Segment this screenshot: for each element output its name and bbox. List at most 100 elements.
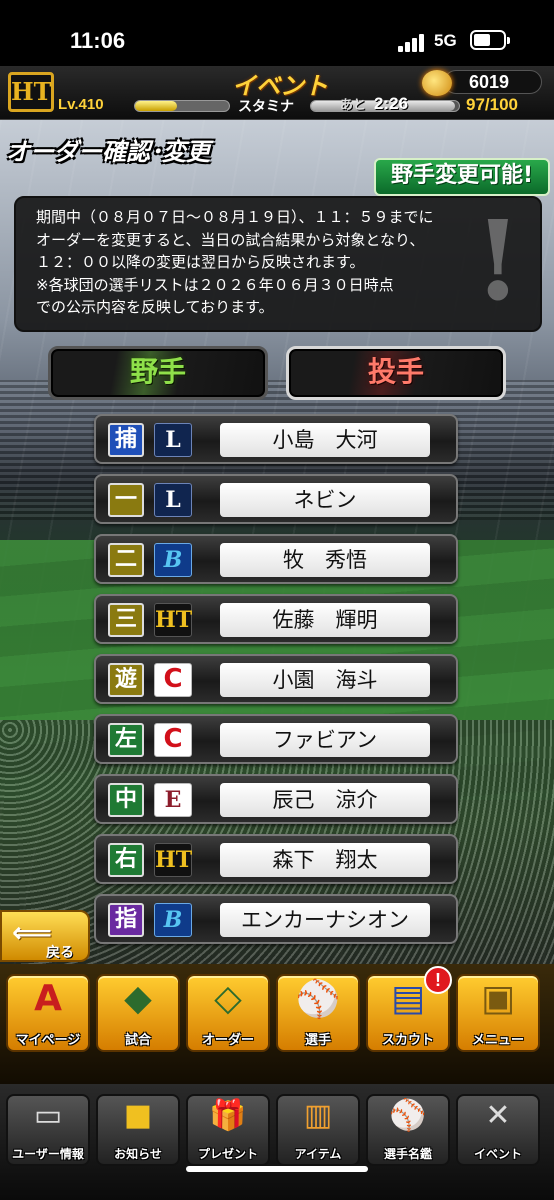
back-button[interactable]: ⟸ 戻る xyxy=(0,910,90,962)
eagles-logo-icon: E xyxy=(154,783,192,817)
nav-event-button[interactable]: ✕ イベント xyxy=(456,1094,540,1166)
nav-scout-button[interactable]: ▤ スカウト ! xyxy=(366,966,452,1052)
nav-order-button[interactable]: ◇ オーダー xyxy=(186,974,270,1052)
nav-label: お知らせ xyxy=(114,1147,162,1161)
notice-line: ※各球団の選手リストは２０２６年０６月３０日時点 xyxy=(36,275,394,294)
player-name: 佐藤 輝明 xyxy=(220,603,430,637)
lions-logo-icon: L xyxy=(154,423,192,457)
nav-label: ユーザー情報 xyxy=(12,1147,84,1161)
nav-label: マイページ xyxy=(15,1033,81,1048)
nav-label: イベント xyxy=(473,1147,522,1161)
exp-bar xyxy=(134,100,230,112)
position-badge: 三 xyxy=(108,603,144,637)
item-icon: ▥ xyxy=(303,1098,333,1133)
nav-label: 選手 xyxy=(304,1033,331,1048)
menu-icon: ▣ xyxy=(480,978,515,1019)
nav-item-button[interactable]: ▥ アイテム xyxy=(276,1094,360,1166)
nav-label: プレゼント xyxy=(197,1147,258,1161)
nav-label: アイテム xyxy=(294,1147,342,1161)
tigers-logo-icon[interactable]: HT xyxy=(8,72,54,112)
position-badge: 指 xyxy=(108,903,144,937)
player-name: エンカーナシオン xyxy=(220,903,430,937)
event-icon: ✕ xyxy=(485,1098,511,1133)
mypage-icon: A xyxy=(34,978,62,1019)
nav-mypage-button[interactable]: A マイページ xyxy=(6,974,90,1052)
tigers-logo-icon: HT xyxy=(154,603,192,637)
notification-badge: ! xyxy=(424,966,452,994)
lineup-row[interactable]: 左 C ファビアン xyxy=(94,714,458,764)
player-name: ファビアン xyxy=(220,723,430,757)
lineup-row[interactable]: 指 B エンカーナシオン xyxy=(94,894,458,944)
notice-line: １２：００以降の変更は翌日から反映されます。 xyxy=(36,253,365,271)
nav-player-button[interactable]: ⚾ 選手 xyxy=(276,974,360,1052)
carp-logo-icon: C xyxy=(154,723,192,757)
position-badge: 遊 xyxy=(108,663,144,697)
stamina-timer: あと 2:26 xyxy=(340,94,409,113)
lineup-row[interactable]: 二 B 牧 秀悟 xyxy=(94,534,458,584)
sub-nav: ▭ ユーザー情報 ■ お知らせ 🎁 プレゼント ▥ アイテム ⚾ 選手名鑑 ✕ … xyxy=(0,1084,554,1200)
player-directory-icon: ⚾ xyxy=(389,1098,427,1133)
position-badge: 二 xyxy=(108,543,144,577)
stadium-icon: ◆ xyxy=(124,978,152,1019)
carp-logo-icon: C xyxy=(154,663,192,697)
player-icon: ⚾ xyxy=(295,979,341,1020)
tab-fielder[interactable]: 野手 xyxy=(48,346,268,400)
notice-line: オーダーを変更すると、当日の試合結果から対象となり、 xyxy=(36,230,425,249)
tab-pitcher[interactable]: 投手 xyxy=(286,346,506,400)
lineup-row[interactable]: 捕 L 小島 大河 xyxy=(94,414,458,464)
coin-counter[interactable]: 6019 xyxy=(444,70,542,94)
network-type: 5G xyxy=(434,31,457,50)
lineup-row[interactable]: 中 E 辰己 涼介 xyxy=(94,774,458,824)
main-nav: A マイページ ◆ 試合 ◇ オーダー ⚾ 選手 ▤ スカウト ! ▣ メニュー xyxy=(0,964,554,1084)
lineup-row[interactable]: 右 HT 森下 翔太 xyxy=(94,834,458,884)
player-name: 牧 秀悟 xyxy=(220,543,430,577)
baystars-logo-icon: B xyxy=(154,903,192,937)
lineup-row[interactable]: 三 HT 佐藤 輝明 xyxy=(94,594,458,644)
lineup-row[interactable]: 一 L ネビン xyxy=(94,474,458,524)
player-name: 小園 海斗 xyxy=(220,663,430,697)
player-name: 辰己 涼介 xyxy=(220,783,430,817)
nav-menu-button[interactable]: ▣ メニュー xyxy=(456,974,540,1052)
notice-line: 期間中（０８月０７日〜０８月１９日）、１１：５９までに xyxy=(36,208,434,226)
present-icon: 🎁 xyxy=(209,1098,247,1133)
position-badge: 中 xyxy=(108,783,144,817)
coin-icon xyxy=(422,70,452,96)
nav-label: メニュー xyxy=(471,1033,524,1048)
nav-label: 選手名鑑 xyxy=(383,1147,432,1161)
position-badge: 一 xyxy=(108,483,144,517)
user-info-icon: ▭ xyxy=(33,1098,63,1133)
home-indicator[interactable] xyxy=(186,1166,368,1172)
order-notice-box: ! 期間中（０８月０７日〜０８月１９日）、１１：５９までに オーダーを変更すると… xyxy=(14,196,542,332)
nav-user-info-button[interactable]: ▭ ユーザー情報 xyxy=(6,1094,90,1166)
stadium-background: オーダー確認･変更 野手変更可能! ! 期間中（０８月０７日〜０８月１９日）、１… xyxy=(0,120,554,1200)
back-button-label: 戻る xyxy=(46,945,74,961)
nav-present-button[interactable]: 🎁 プレゼント xyxy=(186,1094,270,1166)
player-name: 小島 大河 xyxy=(220,423,430,457)
nav-label: スカウト xyxy=(381,1033,434,1048)
game-header: HT イベント 6019 Lv.410 スタミナ あと 2:26 97/100 xyxy=(0,66,554,120)
lions-logo-icon: L xyxy=(154,483,192,517)
exclamation-icon: ! xyxy=(473,196,522,325)
lineup-row[interactable]: 遊 C 小園 海斗 xyxy=(94,654,458,704)
clock: 11:06 xyxy=(70,28,126,53)
tigers-logo-icon: HT xyxy=(154,843,192,877)
position-badge: 左 xyxy=(108,723,144,757)
news-icon: ■ xyxy=(123,1098,153,1133)
player-name: 森下 翔太 xyxy=(220,843,430,877)
page-title: オーダー確認･変更 xyxy=(6,138,210,166)
status-bar: 11:06 5G xyxy=(0,0,554,66)
nav-news-button[interactable]: ■ お知らせ xyxy=(96,1094,180,1166)
nav-label: オーダー xyxy=(201,1033,254,1048)
fielder-change-available-badge: 野手変更可能! xyxy=(374,158,550,196)
stamina-value: 97/100 xyxy=(466,95,518,114)
nav-player-directory-button[interactable]: ⚾ 選手名鑑 xyxy=(366,1094,450,1166)
player-level: Lv.410 xyxy=(58,96,104,113)
position-badge: 捕 xyxy=(108,423,144,457)
stamina-label: スタミナ xyxy=(238,99,294,115)
notice-line: での公示内容を反映しております。 xyxy=(36,298,274,316)
position-badge: 右 xyxy=(108,843,144,877)
order-icon: ◇ xyxy=(214,978,242,1019)
nav-game-button[interactable]: ◆ 試合 xyxy=(96,974,180,1052)
player-name: ネビン xyxy=(220,483,430,517)
signal-icon xyxy=(398,34,426,52)
